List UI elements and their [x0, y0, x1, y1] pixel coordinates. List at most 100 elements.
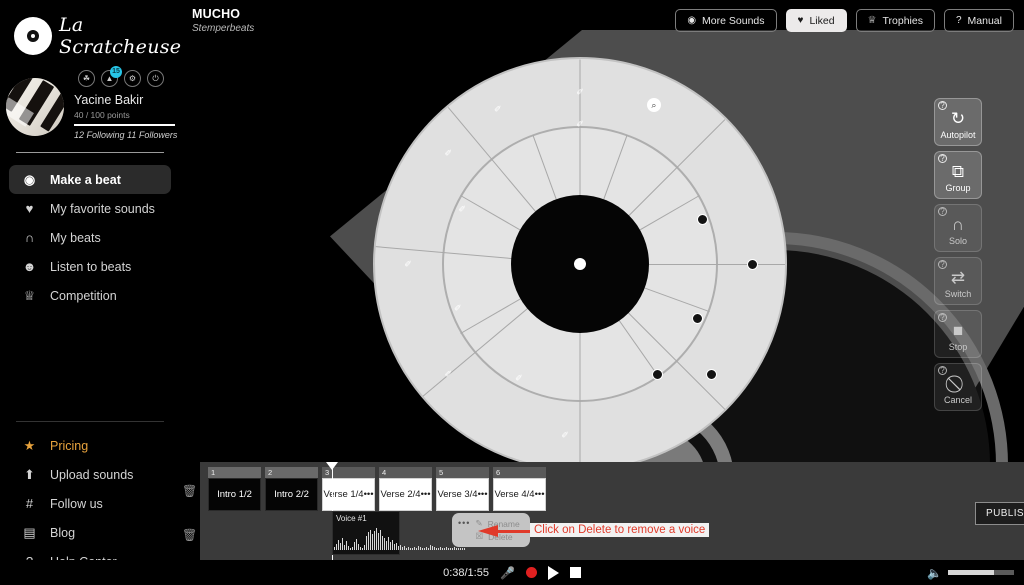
sidebar-item-blog[interactable]: ▤ Blog — [9, 518, 171, 547]
tool-autopilot[interactable]: ? ↻ Autopilot — [934, 98, 982, 146]
voice-clip[interactable]: Voice #1 — [332, 511, 465, 555]
help-icon[interactable]: ? — [938, 154, 947, 163]
header-button-liked[interactable]: ♥ Liked — [785, 9, 847, 32]
segment-number: 5 — [436, 467, 489, 478]
turntable-voice-dot[interactable] — [746, 258, 758, 270]
tool-rail: ?↻Autopilot?⧉Group?∩Solo?⇄Switch?■Stop?⃠… — [934, 98, 982, 416]
tool-group[interactable]: ? ⧉ Group — [934, 151, 982, 199]
turntable-slot-icon[interactable]: ✐ — [401, 257, 415, 271]
bell-icon[interactable]: ▲ 15 — [101, 66, 122, 87]
trophy-icon: ♕ — [867, 15, 877, 26]
turntable[interactable]: ⌕ ✐ ✐ ✐ ✐ ✐ ✐ ✐ ✐ ✐ ✐ — [373, 57, 787, 471]
sidebar-item-make-a-beat[interactable]: ◉ Make a beat — [9, 165, 171, 194]
sidebar-nav-primary: ◉ Make a beat ♥ My favorite sounds ∩ My beats… — [0, 153, 180, 310]
sidebar-item-follow-us[interactable]: # Follow us — [9, 489, 171, 518]
timeline: 🗑 🗑 1 Intro 1/2 2 Intro 2/2 3 Verse 1/4••• 4 Ve… — [182, 462, 1024, 560]
stop-icon[interactable] — [569, 567, 581, 578]
turntable-slot-icon[interactable]: ✐ — [455, 202, 469, 216]
volume-control[interactable]: 🔈 — [927, 566, 1014, 580]
tool-cancel[interactable]: ?⃠Cancel — [934, 363, 982, 411]
sidebar-item-upload-sounds[interactable]: ⬆ Upload sounds — [9, 460, 171, 489]
profile-username: Yacine Bakir — [74, 93, 144, 107]
header-button-trophies[interactable]: ♕ Trophies — [855, 9, 935, 32]
profile-points: 40 / 100 points — [74, 110, 130, 120]
timeline-segment[interactable]: 5 Verse 3/4••• — [436, 467, 489, 511]
tool-label: Autopilot — [940, 129, 976, 140]
timeline-segments: 1 Intro 1/2 2 Intro 2/2 3 Verse 1/4••• 4 Verse … — [208, 467, 546, 511]
gear-icon[interactable]: ⚙ — [124, 70, 141, 87]
publish-button[interactable]: PUBLISH — [975, 502, 1024, 525]
help-icon[interactable]: ? — [938, 313, 947, 322]
brand[interactable]: La Scratcheuse — [0, 0, 181, 58]
microphone-icon[interactable]: 🎤 — [500, 566, 515, 580]
sidebar-item-listen-to-beats[interactable]: ☻ Listen to beats — [9, 252, 171, 281]
tool-label: Group — [945, 182, 971, 193]
stop-square-icon: ■ — [952, 320, 964, 340]
refresh-icon: ↻ — [950, 108, 966, 128]
speaker-icon[interactable]: 🔈 — [927, 566, 942, 580]
hash-icon: # — [25, 496, 34, 511]
time-display: 0:38/1:55 — [443, 566, 489, 579]
tool-stop[interactable]: ? ■ Stop — [934, 310, 982, 358]
segment-label[interactable]: Verse 1/4••• — [322, 478, 375, 511]
sidebar-nav-secondary: ★Pricing⬆Upload sounds#Follow us▤Blog?He… — [0, 431, 180, 576]
timeline-segment[interactable]: 4 Verse 2/4••• — [379, 467, 432, 511]
profile-progress-bar — [74, 124, 175, 126]
help-icon[interactable]: ? — [938, 366, 947, 375]
turntable-slot-icon[interactable]: ✐ — [573, 85, 587, 99]
timeline-segment[interactable]: 3 Verse 1/4••• — [322, 467, 375, 511]
sidebar-divider-2 — [16, 421, 164, 422]
turntable-slot-icon[interactable]: ✐ — [441, 146, 455, 160]
turntable-slot-icon[interactable]: ✐ — [441, 368, 455, 382]
help-icon[interactable]: ? — [938, 101, 947, 110]
segment-label[interactable]: Verse 4/4••• — [493, 478, 546, 511]
sidebar-item-my-beats[interactable]: ∩ My beats — [9, 223, 171, 252]
turntable-slot-icon[interactable]: ✐ — [512, 372, 526, 386]
timeline-segment[interactable]: 1 Intro 1/2 — [208, 467, 261, 511]
beat-title: MUCHO — [192, 7, 241, 21]
trash-icon[interactable]: 🗑 — [182, 484, 197, 498]
segment-label[interactable]: Intro 2/2 — [265, 478, 318, 511]
vinyl-icon: ◉ — [23, 171, 36, 187]
turntable-slot-icon[interactable]: ✐ — [451, 301, 465, 315]
sidebar-item-my-favorite-sounds[interactable]: ♥ My favorite sounds — [9, 194, 171, 223]
segment-label[interactable]: Intro 1/2 — [208, 478, 261, 511]
turntable-slot-icon[interactable]: ✐ — [491, 102, 505, 116]
header-button-manual[interactable]: ? Manual — [943, 9, 1014, 32]
tool-solo[interactable]: ? ∩ Solo — [934, 204, 982, 252]
segment-number: 4 — [379, 467, 432, 478]
transport-bar: 0:38/1:55 🎤 🔈 — [0, 560, 1024, 585]
help-icon[interactable]: ? — [938, 260, 947, 269]
segment-number: 1 — [208, 467, 261, 478]
profile-quick-actions: ☘ ▲ 15 ⚙ ⏻ — [72, 66, 177, 93]
record-icon[interactable] — [525, 567, 537, 578]
help-icon[interactable]: ? — [938, 207, 947, 216]
play-icon[interactable] — [547, 565, 559, 580]
volume-slider[interactable] — [948, 570, 1014, 575]
avatar[interactable] — [6, 78, 64, 136]
turntable-slot-icon[interactable]: ✐ — [573, 117, 587, 131]
notification-badge: 15 — [110, 66, 122, 78]
segment-number: 6 — [493, 467, 546, 478]
timeline-segment[interactable]: 2 Intro 2/2 — [265, 467, 318, 511]
transport-controls: 0:38/1:55 🎤 — [443, 565, 581, 580]
beat-author: Stemperbeats — [192, 23, 255, 34]
sidebar-item-competition[interactable]: ♕ Competition — [9, 281, 171, 310]
header-button-more-sounds[interactable]: ◉ More Sounds — [675, 9, 777, 32]
sidebar-item-label: Competition — [50, 288, 117, 303]
turntable-slot-icon[interactable]: ✐ — [558, 428, 572, 442]
trash-icon[interactable]: 🗑 — [182, 528, 197, 542]
tool-switch[interactable]: ? ⇄ Switch — [934, 257, 982, 305]
segment-label[interactable]: Verse 3/4••• — [436, 478, 489, 511]
page-title: MUCHO Stemperbeats — [192, 7, 254, 34]
menu-handle-icon[interactable]: ••• — [458, 517, 470, 528]
timeline-segment[interactable]: 6 Verse 4/4••• — [493, 467, 546, 511]
gift-icon[interactable]: ☘ — [78, 70, 95, 87]
turntable-voice-dot[interactable] — [696, 214, 708, 226]
segment-label[interactable]: Verse 2/4••• — [379, 478, 432, 511]
sidebar-item-pricing[interactable]: ★ Pricing — [9, 431, 171, 460]
power-icon[interactable]: ⏻ — [147, 70, 164, 87]
tool-label: Solo — [948, 235, 967, 246]
turntable-voice-dot[interactable] — [651, 369, 663, 381]
sidebar-item-label: Listen to beats — [50, 259, 132, 274]
